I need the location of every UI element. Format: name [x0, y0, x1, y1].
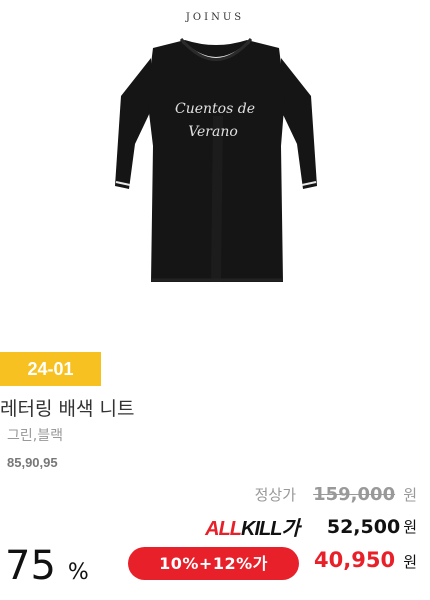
- product-name[interactable]: 레터링 배색 니트: [0, 394, 134, 421]
- coupon-badge[interactable]: 10%+12%가: [128, 547, 299, 580]
- regular-price-row: 정상가 159,000 원: [255, 484, 417, 505]
- final-price-row: 40,950 원: [314, 548, 417, 572]
- size-options: 85,90,95: [7, 455, 58, 470]
- final-price-value: 40,950: [314, 548, 396, 572]
- regular-price-label: 정상가: [254, 486, 297, 504]
- brand-logo: JOINUS: [185, 12, 245, 23]
- color-options: 그린,블랙: [7, 428, 63, 444]
- product-shirt-image: Cuentos de Verano: [115, 38, 317, 282]
- allkill-price-value: 52,500: [326, 515, 401, 538]
- currency-unit: 원: [403, 486, 417, 504]
- season-badge: 24-01: [0, 352, 101, 386]
- discount-rate: 75%: [5, 543, 89, 589]
- allkill-price-row: ALLKILL가 52,500 원: [205, 512, 417, 541]
- currency-unit: 원: [403, 553, 417, 571]
- currency-unit: 원: [403, 518, 417, 536]
- product-image[interactable]: JOINUS Cuentos de Verano: [0, 0, 430, 345]
- shirt-print-line1: Cuentos de: [175, 101, 255, 117]
- allkill-logo: ALLKILL가: [205, 518, 300, 540]
- regular-price-value: 159,000: [313, 484, 396, 505]
- shirt-print-line2: Verano: [188, 124, 238, 140]
